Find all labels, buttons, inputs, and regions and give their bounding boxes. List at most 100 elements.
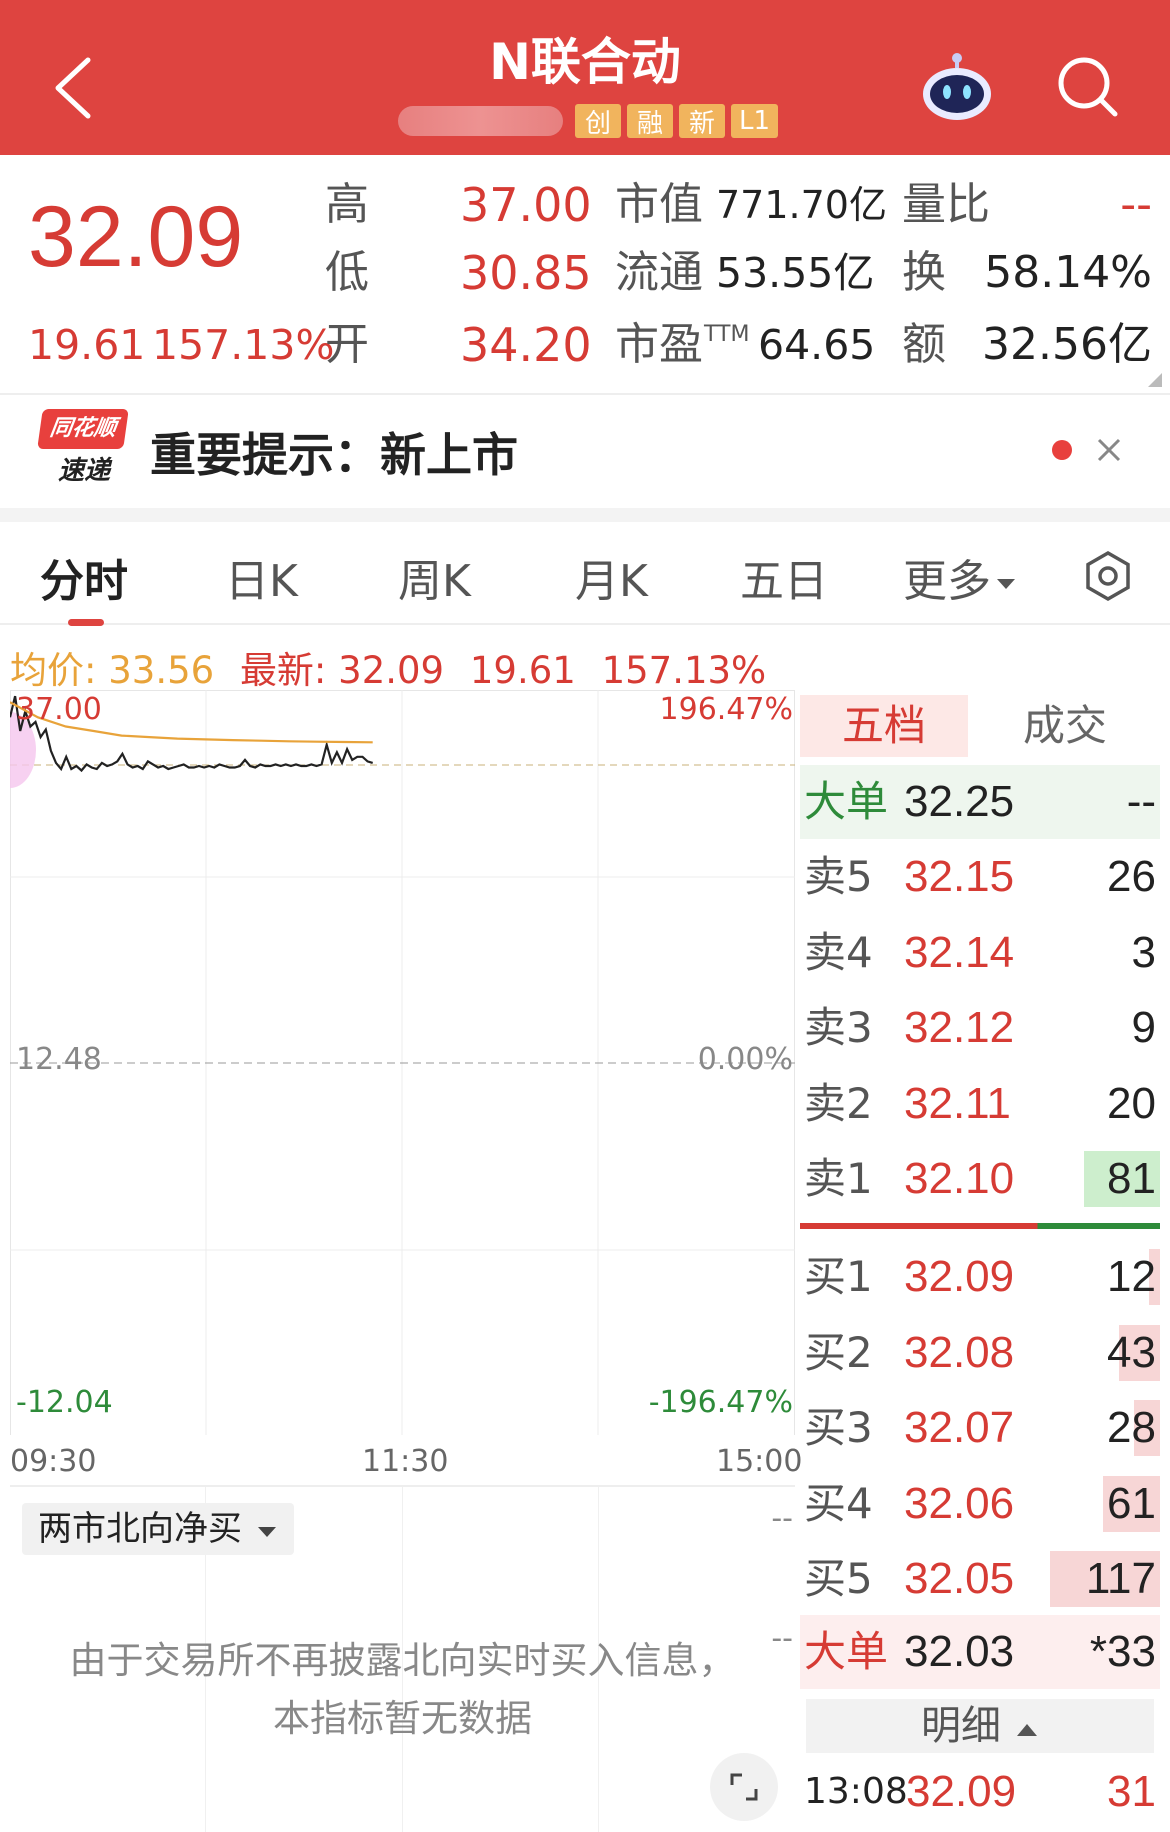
bid-row[interactable]: 买2 32.08 43 <box>800 1316 1160 1390</box>
big-order-price: 32.25 <box>904 777 1015 826</box>
level-volume: 81 <box>1107 1154 1156 1203</box>
ask-row[interactable]: 卖5 32.15 26 <box>800 840 1160 914</box>
current-price: 32.09 <box>28 189 244 285</box>
north-flow-panel: 两市北向净买 -- -- 由于交易所不再披露北向实时买入信息， 本指标暂无数据 <box>10 1485 795 1832</box>
logo-bottom-text: 速递 <box>57 456 110 486</box>
order-book-tabs: 五档 成交 <box>800 695 1160 765</box>
trade-time: 13:08 <box>804 1771 908 1812</box>
quote-panel: 32.09 19.61 157.13% 高 低 开 37.00 30.85 34… <box>0 155 1170 395</box>
level-volume: 61 <box>1107 1478 1156 1528</box>
volume-ratio-value: -- <box>1120 179 1152 230</box>
active-tab-indicator <box>68 619 104 626</box>
big-order-row-top: 大单 32.25 -- <box>800 765 1160 839</box>
amount-label: 额 <box>902 319 946 370</box>
amount-value: 32.56亿 <box>982 319 1152 370</box>
price-change-pct: 157.13% <box>152 321 335 369</box>
time-label-mid: 11:30 <box>362 1444 449 1479</box>
latest-change-pct: 157.13% <box>601 649 767 692</box>
tab-five-levels[interactable]: 五档 <box>800 695 968 757</box>
chart-bottom-right-label: -196.47% <box>648 1385 793 1420</box>
tab-intraday[interactable]: 分时 <box>40 545 128 609</box>
level-volume: 12 <box>1107 1252 1156 1301</box>
unread-dot <box>1052 440 1072 460</box>
level-label: 卖5 <box>804 852 873 901</box>
tab-monthly-k[interactable]: 月K <box>575 545 648 609</box>
ask-row[interactable]: 卖1 32.10 81 <box>800 1142 1160 1216</box>
pe-label: 市盈 <box>615 319 703 370</box>
level-label: 买2 <box>804 1327 873 1377</box>
stock-tags: 创 融 新 L1 <box>398 103 779 139</box>
tab-weekly-k[interactable]: 周K <box>398 545 471 609</box>
tab-more[interactable]: 更多 <box>903 545 1017 609</box>
settings-hexagon-icon[interactable] <box>1082 550 1134 602</box>
level-label: 买1 <box>804 1252 873 1301</box>
high-label: 高 <box>325 179 369 230</box>
tag-chuang: 创 <box>575 104 621 139</box>
chevron-down-icon <box>258 1527 276 1537</box>
bid-row[interactable]: 买3 32.07 28 <box>800 1391 1160 1465</box>
tag-rong: 融 <box>627 104 673 139</box>
no-data-notice: 由于交易所不再披露北向实时买入信息， 本指标暂无数据 <box>10 1632 795 1748</box>
pe-value: 64.65 <box>758 321 876 369</box>
avg-price-row: 均价: 33.56 最新: 32.09 19.61 157.13% <box>10 640 766 694</box>
detail-label: 明细 <box>921 1703 1001 1749</box>
level-volume: 28 <box>1107 1403 1156 1452</box>
level-volume: 9 <box>1131 1003 1156 1052</box>
level-price: 32.12 <box>904 1003 1015 1052</box>
big-order-label: 大单 <box>804 1627 889 1676</box>
level-volume: 43 <box>1107 1327 1156 1377</box>
level-price: 32.05 <box>904 1554 1015 1603</box>
level-label: 买5 <box>804 1554 873 1603</box>
chart-tabs: 分时 日K 周K 月K 五日 更多 <box>0 525 1170 626</box>
low-label: 低 <box>325 247 369 298</box>
tonghuashun-logo: 同花顺 速递 <box>34 409 129 493</box>
bid-row[interactable]: 买5 32.05 117 <box>800 1542 1160 1616</box>
search-icon[interactable] <box>1055 54 1121 120</box>
volume-ratio-label: 量比 <box>902 179 990 230</box>
big-order-price: 32.03 <box>904 1627 1015 1676</box>
low-value: 30.85 <box>460 246 592 300</box>
mcap-label: 市值 <box>615 179 703 230</box>
level-volume: 26 <box>1107 852 1156 901</box>
level-price: 32.07 <box>904 1403 1015 1452</box>
chart-mid-right-label: 0.00% <box>697 1042 793 1077</box>
chart-top-left-label: 37.00 <box>16 692 102 727</box>
latest-value: 32.09 <box>338 649 445 692</box>
level-label: 卖3 <box>804 1003 873 1052</box>
tab-trades[interactable]: 成交 <box>980 695 1150 757</box>
big-order-vol: *33 <box>1089 1627 1156 1676</box>
level-price: 32.14 <box>904 927 1015 977</box>
important-tip-banner[interactable]: 同花顺 速递 重要提示：新上市 <box>0 397 1170 507</box>
chart-bottom-left-label: -12.04 <box>16 1385 113 1420</box>
bid-row[interactable]: 买1 32.09 12 <box>800 1240 1160 1314</box>
latest-label: 最新: <box>239 649 327 692</box>
bid-row[interactable]: 买4 32.06 61 <box>800 1467 1160 1541</box>
open-label: 开 <box>325 319 369 370</box>
open-value: 34.20 <box>460 318 592 372</box>
mcap-value: 771.70亿 <box>716 183 887 227</box>
intraday-chart[interactable]: 37.00 196.47% 12.48 0.00% -12.04 -196.47… <box>10 690 795 1435</box>
big-order-row-bottom: 大单 32.03 *33 <box>800 1615 1160 1689</box>
level-label: 买4 <box>804 1478 873 1528</box>
level-price: 32.10 <box>904 1154 1015 1203</box>
notice-line-2: 本指标暂无数据 <box>273 1697 532 1740</box>
indicator-select[interactable]: 两市北向净买 <box>22 1503 294 1555</box>
avg-price-label: 均价: <box>10 649 97 692</box>
trade-price: 32.09 <box>906 1767 1017 1816</box>
trade-vol: 31 <box>1107 1767 1156 1816</box>
ask-row[interactable]: 卖2 32.11 20 <box>800 1067 1160 1141</box>
robot-assistant-icon[interactable] <box>918 50 996 122</box>
detail-toggle[interactable]: 明细 <box>806 1699 1154 1753</box>
ask-row[interactable]: 卖4 32.14 3 <box>800 916 1160 990</box>
ask-row[interactable]: 卖3 32.12 9 <box>800 991 1160 1065</box>
tab-daily-k[interactable]: 日K <box>225 545 298 609</box>
level-volume: 20 <box>1107 1078 1156 1128</box>
close-icon[interactable] <box>1096 437 1122 463</box>
expand-icon[interactable] <box>710 1753 778 1821</box>
turnover-value: 58.14% <box>984 247 1152 298</box>
blurred-stock-code <box>398 106 563 136</box>
tab-five-day[interactable]: 五日 <box>740 545 828 609</box>
time-label-open: 09:30 <box>10 1444 97 1479</box>
latest-change: 19.61 <box>469 649 576 692</box>
tab-more-label: 更多 <box>903 556 991 607</box>
